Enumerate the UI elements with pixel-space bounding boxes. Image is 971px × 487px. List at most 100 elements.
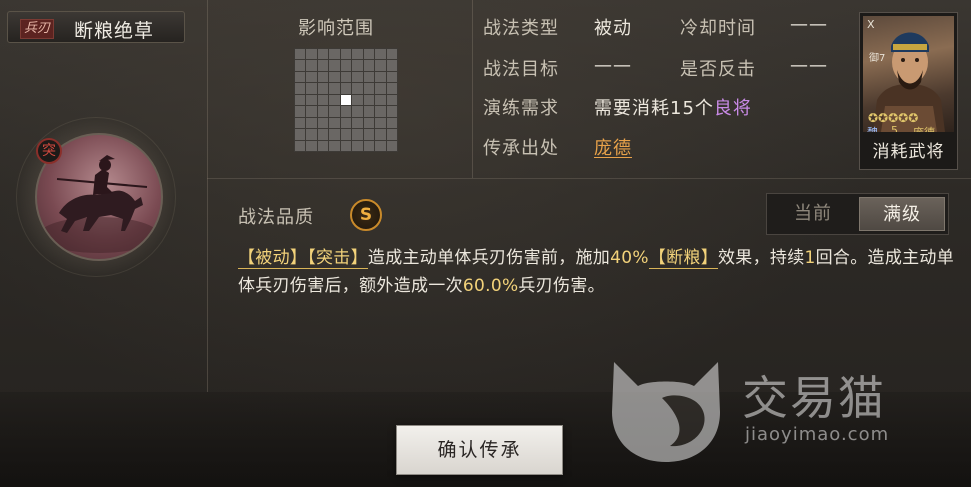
range-cell (295, 83, 306, 94)
range-cell (295, 129, 306, 140)
quality-grade-badge: S (350, 199, 382, 231)
range-cell (386, 106, 397, 117)
range-cell (340, 106, 352, 117)
range-cell (317, 140, 329, 151)
skill-inherit-panel: 兵刃 断粮绝草 突 影响范围 战法类型 被动 冷却时间 —— 战法目标 —— 是… (0, 0, 971, 487)
range-cell (363, 117, 375, 129)
card-footer-label: 消耗武将 (872, 142, 945, 162)
range-cell (375, 49, 386, 60)
range-cell (386, 83, 397, 94)
desc-part2: 效果，持续 (718, 248, 805, 268)
range-cell (363, 106, 375, 117)
skill-title-box: 兵刃 断粮绝草 (7, 11, 185, 43)
req-count: 15个 (670, 98, 714, 119)
divider-left (207, 0, 208, 392)
stat-source-key: 传承出处 (483, 138, 559, 159)
range-cell (306, 83, 317, 94)
range-cell (340, 71, 352, 83)
range-cell (306, 71, 317, 83)
range-cell (375, 129, 386, 140)
desc-tag-cutoff: 【断粮】 (648, 248, 718, 269)
range-cell (352, 71, 363, 83)
range-cell (386, 71, 397, 83)
range-cell (363, 83, 375, 94)
range-cell (317, 49, 329, 60)
range-cell (306, 60, 317, 71)
skill-description: 【被动】【突击】造成主动单体兵刃伤害前，施加40%【断粮】效果，持续1回合。造成… (238, 244, 956, 300)
range-cell (375, 117, 386, 129)
range-cell (352, 117, 363, 129)
range-cell (295, 140, 306, 151)
divider-horizontal (207, 178, 971, 179)
range-cell (386, 129, 397, 140)
desc-part4: 兵刃伤害。 (518, 276, 605, 296)
stat-counter-key: 是否反击 (680, 59, 756, 80)
range-cell (375, 140, 386, 151)
charge-badge: 突 (36, 138, 62, 164)
confirm-inherit-button[interactable]: 确认传承 (396, 425, 563, 475)
range-cell (375, 94, 386, 106)
stat-cooldown-key: 冷却时间 (680, 18, 756, 39)
range-cell (306, 94, 317, 106)
range-cell (386, 49, 397, 60)
range-cell (317, 94, 329, 106)
range-cell (329, 49, 340, 60)
range-cell (329, 71, 340, 83)
desc-tag-charge: 【突击】 (307, 248, 368, 269)
stat-counter-value: —— (790, 55, 828, 76)
range-cell (352, 140, 363, 151)
stat-target-key: 战法目标 (483, 59, 559, 80)
stat-type-value: 被动 (594, 18, 632, 39)
watermark-brand: 交易猫 (742, 371, 886, 425)
card-stars: ✪✪✪✪✪ (868, 111, 919, 125)
range-cell (306, 129, 317, 140)
stat-req-key: 演练需求 (483, 98, 559, 119)
range-cell (317, 83, 329, 94)
range-cell (295, 71, 306, 83)
range-grid (294, 48, 398, 152)
card-general-name: 庞德 (913, 124, 935, 132)
range-cell (329, 60, 340, 71)
watermark-url: jiaoyimao.com (745, 424, 890, 445)
range-cell (352, 83, 363, 94)
range-cell (340, 83, 352, 94)
range-cell (375, 106, 386, 117)
quality-label: 战法品质 (238, 207, 314, 228)
stat-source-link[interactable]: 庞德 (594, 134, 632, 160)
range-cell (329, 106, 340, 117)
general-card[interactable]: X 御7 ✪✪✪✪✪ 魏 5 庞德 消耗武将 (859, 12, 958, 170)
toggle-current-button[interactable]: 当前 (770, 197, 856, 231)
toggle-max-button[interactable]: 满级 (859, 197, 945, 231)
range-cell (352, 106, 363, 117)
level-toggle: 当前 满级 (766, 193, 949, 235)
range-cell (317, 60, 329, 71)
range-cell (329, 140, 340, 151)
range-cell (352, 129, 363, 140)
range-cell (317, 117, 329, 129)
range-cell (363, 94, 375, 106)
range-cell (329, 129, 340, 140)
range-cell-target (340, 94, 352, 106)
range-cell (352, 49, 363, 60)
range-cell (375, 83, 386, 94)
range-cell (363, 49, 375, 60)
desc-part1: 造成主动单体兵刃伤害前，施加 (367, 248, 611, 268)
range-cell (306, 140, 317, 151)
range-cell (363, 71, 375, 83)
range-label: 影响范围 (298, 18, 374, 39)
range-cell (386, 60, 397, 71)
range-cell (329, 83, 340, 94)
range-cell (363, 140, 375, 151)
range-cell (306, 49, 317, 60)
range-cell (386, 117, 397, 129)
range-cell (352, 60, 363, 71)
card-faction: 魏 (867, 124, 878, 132)
range-cell (329, 117, 340, 129)
range-cell (340, 117, 352, 129)
range-cell (386, 140, 397, 151)
range-cell (306, 117, 317, 129)
stat-cooldown-value: —— (790, 14, 828, 35)
range-cell (295, 106, 306, 117)
range-cell (317, 106, 329, 117)
stat-req-value: 需要消耗15个良将 (594, 94, 752, 120)
